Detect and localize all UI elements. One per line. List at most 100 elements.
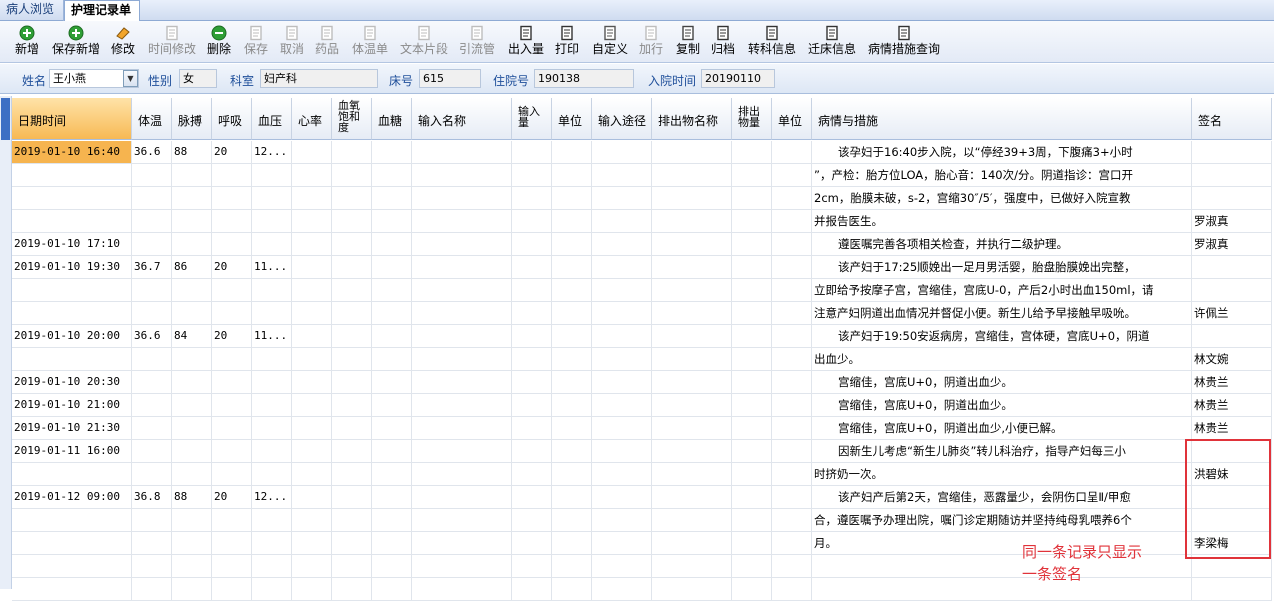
table-cell[interactable]: [732, 233, 772, 256]
table-cell[interactable]: [212, 555, 252, 578]
table-cell[interactable]: [412, 555, 512, 578]
table-cell[interactable]: [772, 509, 812, 532]
table-cell[interactable]: [732, 440, 772, 463]
table-cell[interactable]: [732, 555, 772, 578]
table-cell[interactable]: [372, 256, 412, 279]
toolbar-button-1[interactable]: 保存新增: [50, 23, 102, 61]
table-cell[interactable]: [212, 210, 252, 233]
table-cell[interactable]: [652, 463, 732, 486]
table-cell[interactable]: [332, 509, 372, 532]
table-cell[interactable]: [12, 532, 132, 555]
table-cell[interactable]: [332, 394, 372, 417]
table-cell[interactable]: [732, 509, 772, 532]
table-cell[interactable]: [652, 440, 732, 463]
table-cell[interactable]: [732, 210, 772, 233]
table-cell[interactable]: [772, 417, 812, 440]
chevron-down-icon[interactable]: ▼: [123, 70, 138, 87]
table-cell[interactable]: 86: [172, 256, 212, 279]
table-cell[interactable]: [292, 187, 332, 210]
table-cell[interactable]: [552, 279, 592, 302]
toolbar-button-19[interactable]: 病情措施查询: [866, 23, 942, 61]
table-cell[interactable]: [512, 555, 552, 578]
table-cell[interactable]: [292, 302, 332, 325]
table-cell[interactable]: [332, 187, 372, 210]
table-cell[interactable]: [592, 279, 652, 302]
table-cell[interactable]: 宫缩佳，宫底U+0，阴道出血少,小便已解。: [812, 417, 1192, 440]
table-cell[interactable]: [772, 187, 812, 210]
table-cell[interactable]: [292, 394, 332, 417]
table-cell[interactable]: 2019-01-10 20:30: [12, 371, 132, 394]
table-cell[interactable]: [592, 463, 652, 486]
table-cell[interactable]: [512, 394, 552, 417]
table-cell[interactable]: [172, 233, 212, 256]
toolbar-button-5[interactable]: 保存: [243, 23, 269, 61]
table-cell[interactable]: [332, 463, 372, 486]
table-cell[interactable]: 11...: [252, 325, 292, 348]
table-cell[interactable]: [652, 532, 732, 555]
table-cell[interactable]: 20: [212, 141, 252, 164]
table-cell[interactable]: [212, 440, 252, 463]
column-header-15[interactable]: 病情与措施: [812, 98, 1192, 140]
table-cell[interactable]: [372, 302, 412, 325]
table-cell[interactable]: [212, 233, 252, 256]
table-cell[interactable]: [372, 394, 412, 417]
table-cell[interactable]: [592, 233, 652, 256]
table-cell[interactable]: [592, 578, 652, 601]
table-cell[interactable]: [332, 440, 372, 463]
toolbar-button-10[interactable]: 引流管: [457, 23, 497, 61]
table-cell[interactable]: [772, 279, 812, 302]
table-cell[interactable]: [412, 532, 512, 555]
table-cell[interactable]: [292, 256, 332, 279]
toolbar-button-7[interactable]: 药品: [314, 23, 340, 61]
table-cell[interactable]: [512, 302, 552, 325]
table-cell[interactable]: [12, 463, 132, 486]
table-cell[interactable]: [132, 279, 172, 302]
table-cell[interactable]: [772, 256, 812, 279]
toolbar-button-3[interactable]: 时间修改: [146, 23, 198, 61]
table-cell[interactable]: [1192, 164, 1272, 187]
table-cell[interactable]: [592, 371, 652, 394]
toolbar-button-12[interactable]: 打印: [554, 23, 580, 61]
table-cell[interactable]: [292, 348, 332, 371]
table-cell[interactable]: [292, 141, 332, 164]
table-cell[interactable]: [412, 325, 512, 348]
table-cell[interactable]: [592, 187, 652, 210]
table-cell[interactable]: [252, 233, 292, 256]
table-cell[interactable]: [1192, 279, 1272, 302]
table-cell[interactable]: [292, 486, 332, 509]
table-cell[interactable]: [372, 509, 412, 532]
table-cell[interactable]: [412, 371, 512, 394]
table-cell[interactable]: [412, 463, 512, 486]
table-cell[interactable]: [652, 371, 732, 394]
table-cell[interactable]: 84: [172, 325, 212, 348]
toolbar-button-14[interactable]: 加行: [638, 23, 664, 61]
toolbar-button-8[interactable]: 体温单: [350, 23, 390, 61]
table-cell[interactable]: [512, 463, 552, 486]
table-cell[interactable]: [332, 256, 372, 279]
table-cell[interactable]: [512, 348, 552, 371]
table-cell[interactable]: [732, 302, 772, 325]
table-cell[interactable]: [772, 555, 812, 578]
table-cell[interactable]: [552, 371, 592, 394]
table-cell[interactable]: [132, 532, 172, 555]
table-cell[interactable]: [372, 555, 412, 578]
table-cell[interactable]: [772, 302, 812, 325]
table-cell[interactable]: [552, 555, 592, 578]
table-cell[interactable]: [212, 187, 252, 210]
table-cell[interactable]: [332, 279, 372, 302]
column-header-5[interactable]: 心率: [292, 98, 332, 140]
table-cell[interactable]: [512, 187, 552, 210]
column-header-13[interactable]: 排出物量: [732, 98, 772, 140]
table-cell[interactable]: [372, 210, 412, 233]
column-header-8[interactable]: 输入名称: [412, 98, 512, 140]
table-cell[interactable]: [732, 141, 772, 164]
table-cell[interactable]: [592, 256, 652, 279]
table-cell[interactable]: 2019-01-11 16:00: [12, 440, 132, 463]
table-cell[interactable]: [732, 279, 772, 302]
table-cell[interactable]: [172, 555, 212, 578]
table-cell[interactable]: [292, 164, 332, 187]
table-cell[interactable]: 2019-01-12 09:00: [12, 486, 132, 509]
table-cell[interactable]: [12, 555, 132, 578]
toolbar-button-15[interactable]: 复制: [675, 23, 701, 61]
table-cell[interactable]: [12, 348, 132, 371]
